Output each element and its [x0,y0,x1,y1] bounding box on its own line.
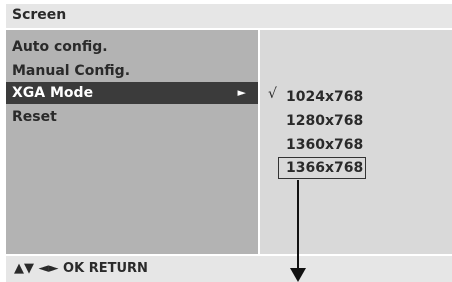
navigation-hint: ▲▼ ◄► OK RETURN [14,261,148,276]
option-label: 1360x768 [286,137,364,153]
title-bar: Screen [6,4,452,28]
callout-arrow-icon [290,268,306,282]
menu-item-auto-config[interactable]: Auto config. [6,36,258,58]
callout-line [297,180,299,272]
option-1024x768[interactable]: 1024x768 [286,88,363,106]
navigation-hint-bar: ▲▼ ◄► OK RETURN [6,256,452,282]
check-icon: √ [268,86,277,102]
menu-item-manual-config[interactable]: Manual Config. [6,60,258,82]
menu-item-reset[interactable]: Reset [6,106,258,128]
osd-screen-menu: Screen Auto config. Manual Config. XGA M… [0,0,452,282]
option-1366x768[interactable]: 1366x768 [278,157,366,179]
menu-item-label: XGA Mode [12,85,94,101]
xga-mode-submenu: √ 1024x768 1280x768 1360x768 1366x768 [260,30,452,254]
main-menu-panel: Auto config. Manual Config. XGA Mode ► R… [6,30,258,254]
option-1360x768[interactable]: 1360x768 [286,136,363,154]
submenu-arrow-icon: ► [237,86,246,99]
menu-item-label: Auto config. [12,39,108,55]
menu-item-xga-mode[interactable]: XGA Mode ► [6,82,258,104]
option-label: 1366x768 [286,160,364,176]
option-1280x768[interactable]: 1280x768 [286,112,363,130]
menu-item-label: Manual Config. [12,63,131,79]
menu-title: Screen [12,7,67,23]
option-label: 1280x768 [286,113,364,129]
menu-item-label: Reset [12,109,57,125]
option-label: 1024x768 [286,89,364,105]
